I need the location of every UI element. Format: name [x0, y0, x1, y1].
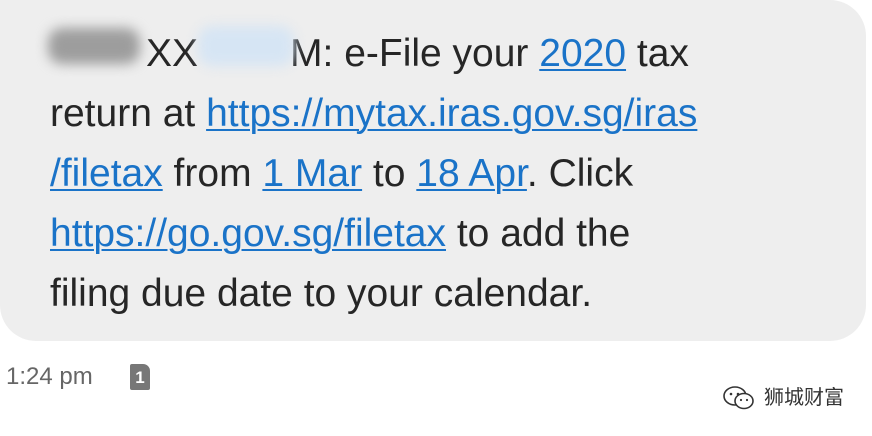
message-body: XX M: e-File your 2020 tax return at https…: [48, 24, 850, 324]
message-timestamp: 1:24 pm: [6, 363, 93, 390]
end-date-link[interactable]: 18 Apr: [416, 152, 527, 195]
mytax-url-link-cont[interactable]: /filetax: [50, 152, 163, 195]
mytax-url-link[interactable]: https://mytax.iras.gov.sg/iras: [206, 92, 697, 135]
message-text: : e-File your: [322, 32, 540, 75]
sender-fragment-2: M: [290, 32, 323, 75]
watermark-text: 狮城财富: [764, 387, 844, 409]
message-text: to: [362, 152, 417, 195]
message-text: tax: [626, 32, 689, 75]
sender-fragment: XX: [146, 32, 199, 75]
message-text: filing due date to your calendar.: [50, 272, 593, 315]
message-text: from: [162, 152, 263, 195]
wechat-icon: [723, 386, 754, 410]
watermark: 狮城财富: [722, 384, 844, 412]
year-link[interactable]: 2020: [539, 32, 626, 75]
sim-card-icon: 1: [130, 364, 150, 390]
redacted-sender: XX M: [48, 24, 323, 84]
message-bubble[interactable]: XX M: e-File your 2020 tax return at https…: [0, 0, 866, 341]
message-text: to add the: [446, 212, 631, 255]
message-text: return at: [50, 92, 207, 135]
start-date-link[interactable]: 1 Mar: [262, 152, 362, 195]
message-text: . Click: [526, 152, 634, 195]
gov-url-link[interactable]: https://go.gov.sg/filetax: [50, 212, 446, 255]
